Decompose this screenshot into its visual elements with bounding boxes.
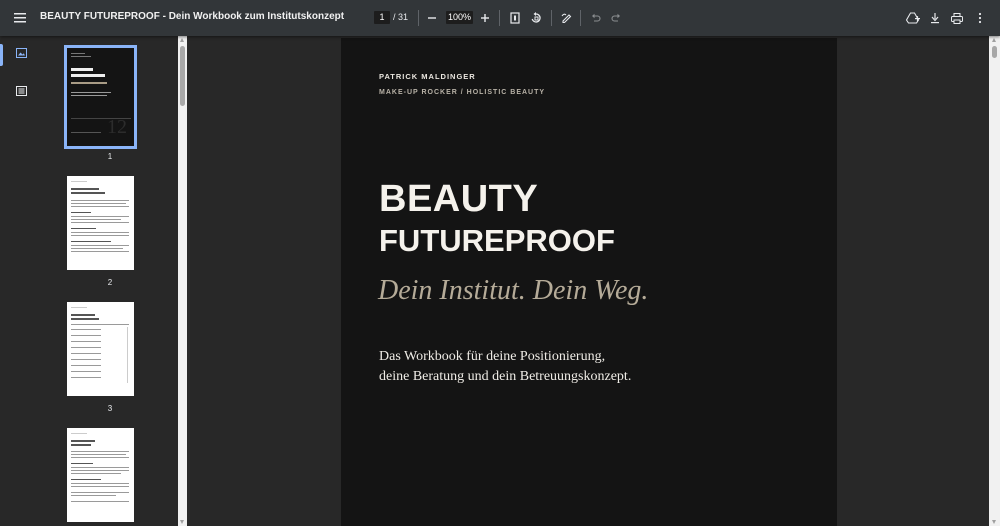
more-icon[interactable] — [966, 4, 994, 32]
menu-icon[interactable] — [6, 4, 34, 32]
annotate-icon[interactable] — [553, 4, 581, 32]
document-title: BEAUTY FUTUREPROOF - Dein Workbook zum I… — [40, 11, 345, 22]
thumbnail-decoration: 12 — [107, 116, 127, 138]
page-number-input[interactable]: 1 — [374, 11, 390, 24]
thumbnail-page-2[interactable] — [67, 176, 134, 270]
document-scrollbar[interactable] — [989, 36, 1000, 526]
cover-subtitle: Dein Institut. Dein Weg. — [378, 275, 649, 306]
divider — [499, 10, 500, 26]
redo-icon[interactable] — [602, 4, 630, 32]
cover-title-line-2: FUTUREPROOF — [379, 223, 615, 258]
divider — [551, 10, 552, 26]
sidebar — [0, 36, 42, 526]
thumbnail-number: 3 — [107, 404, 113, 413]
description-line: Das Workbook für deine Positionierung, — [379, 349, 606, 364]
outline-icon[interactable] — [8, 78, 34, 104]
scroll-down-icon[interactable] — [180, 520, 184, 524]
divider — [580, 10, 581, 26]
thumbnail-number: 2 — [107, 278, 113, 287]
rotate-icon[interactable] — [522, 4, 550, 32]
thumbnails-icon[interactable] — [8, 40, 34, 66]
zoom-in-icon[interactable] — [471, 4, 499, 32]
pdf-toolbar: BEAUTY FUTUREPROOF - Dein Workbook zum I… — [0, 0, 1000, 36]
zoom-out-icon[interactable] — [418, 4, 446, 32]
scrollbar-thumb[interactable] — [180, 46, 185, 106]
scrollbar-thumb[interactable] — [992, 46, 997, 58]
scroll-up-icon[interactable] — [992, 38, 996, 42]
document-viewer: PATRICK MALDINGER MAKE-UP ROCKER / HOLIS… — [187, 36, 989, 526]
thumbnail-page-3[interactable] — [67, 302, 134, 396]
author-tagline: MAKE-UP ROCKER / HOLISTIC BEAUTY — [379, 89, 546, 96]
thumbnail-number: 1 — [107, 152, 113, 161]
scroll-up-icon[interactable] — [180, 38, 184, 42]
thumbnail-page-4[interactable] — [67, 428, 134, 522]
cover-title-line-1: BEAUTY — [379, 178, 539, 220]
zoom-input[interactable]: 100% — [446, 11, 473, 24]
page-total: / 31 — [393, 12, 409, 22]
thumbnail-panel: 12 1 2 3 — [42, 36, 178, 526]
thumbnail-scrollbar[interactable] — [178, 36, 187, 526]
author-name: PATRICK MALDINGER — [379, 72, 476, 81]
cover-description: Das Workbook für deine Positionierung, d… — [379, 347, 631, 387]
active-indicator — [0, 44, 3, 66]
description-line: deine Beratung und dein Betreuungskonzep… — [379, 369, 632, 384]
scroll-down-icon[interactable] — [992, 520, 996, 524]
pdf-page: PATRICK MALDINGER MAKE-UP ROCKER / HOLIS… — [341, 38, 837, 526]
thumbnail-page-1[interactable]: 12 — [64, 45, 137, 149]
